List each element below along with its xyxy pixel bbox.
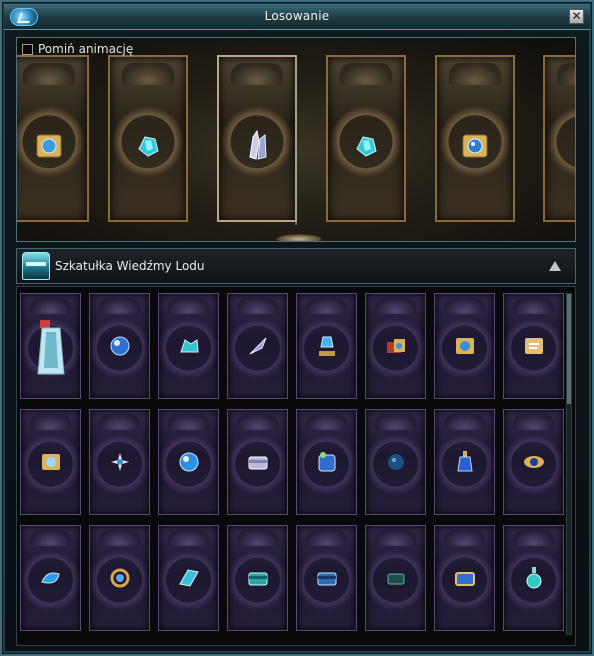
ice-chest-icon: [22, 252, 50, 280]
eye-amulet-icon: [521, 449, 547, 475]
skip-animation-row[interactable]: Pomiń animację: [22, 41, 133, 57]
reward-item[interactable]: [158, 525, 219, 631]
skip-animation-checkbox[interactable]: [22, 43, 33, 55]
gold-chest-icon: [452, 565, 478, 591]
scroll-icon: [32, 129, 66, 163]
reward-item[interactable]: [227, 293, 288, 399]
blue-potion-stand-icon: [314, 333, 340, 359]
ice-sparkle-icon: [107, 449, 133, 475]
window-title: Losowanie: [264, 9, 330, 23]
reward-item[interactable]: [227, 409, 288, 515]
box-header[interactable]: Szkatułka Wiedźmy Lodu: [16, 248, 576, 284]
reel-card: [326, 55, 406, 222]
blue-potion-icon: [452, 449, 478, 475]
white-crystal-icon: [240, 129, 274, 163]
teal-potion-icon: [521, 565, 547, 591]
reel-card-selected: [217, 55, 297, 222]
silver-chest-icon: [245, 449, 271, 475]
feather-shard-icon: [245, 333, 271, 359]
reward-item[interactable]: [365, 525, 426, 631]
reward-item[interactable]: [434, 409, 495, 515]
reward-grid-panel: [16, 286, 576, 646]
reward-item[interactable]: [89, 409, 150, 515]
blue-shell-icon: [38, 565, 64, 591]
ice-robe-icon: [34, 318, 68, 378]
reward-item[interactable]: [434, 293, 495, 399]
reward-item[interactable]: [89, 525, 150, 631]
reward-item[interactable]: [503, 525, 564, 631]
reward-item[interactable]: [296, 409, 357, 515]
ice-bracer-icon: [176, 565, 202, 591]
box-title: Szkatułka Wiedźmy Lodu: [55, 259, 205, 273]
reel-panel: Pomiń animację: [16, 37, 576, 242]
scroll-white-icon: [521, 333, 547, 359]
lottery-window: Losowanie ✕ Pomiń animację Szkatułka Wie…: [0, 0, 594, 656]
reward-item[interactable]: [20, 409, 81, 515]
reward-item[interactable]: [296, 525, 357, 631]
reel-card: [435, 55, 515, 222]
reward-item[interactable]: [365, 409, 426, 515]
reward-item[interactable]: [158, 293, 219, 399]
grid-scrollbar[interactable]: [566, 293, 572, 635]
dark-blue-orb-icon: [383, 449, 409, 475]
reward-item[interactable]: [158, 409, 219, 515]
reel-card: [108, 55, 188, 222]
blue-orb-icon: [107, 333, 133, 359]
reward-item[interactable]: [503, 409, 564, 515]
skip-animation-label: Pomiń animację: [38, 42, 134, 56]
reward-item[interactable]: [20, 525, 81, 631]
reel-ornament: [275, 234, 323, 241]
reward-item[interactable]: [227, 525, 288, 631]
gold-ring-icon: [107, 565, 133, 591]
reward-item[interactable]: [434, 525, 495, 631]
reward-item[interactable]: [20, 293, 81, 399]
reward-item[interactable]: [89, 293, 150, 399]
scroll-icon: [452, 333, 478, 359]
reel-card: [17, 55, 89, 222]
teal-chest-icon: [245, 565, 271, 591]
reward-item[interactable]: [503, 293, 564, 399]
crystal-cluster-icon: [176, 333, 202, 359]
close-button[interactable]: ✕: [569, 9, 584, 24]
blue-crystal-icon: [349, 129, 383, 163]
dark-chest-icon: [383, 565, 409, 591]
potion-bag-icon: [314, 449, 340, 475]
grid-scroll-thumb[interactable]: [567, 294, 571, 404]
gift-bundle-icon: [383, 333, 409, 359]
reward-item[interactable]: [365, 293, 426, 399]
title-bar[interactable]: Losowanie ✕: [4, 4, 590, 30]
collapse-arrow-icon[interactable]: [549, 261, 561, 271]
reward-item[interactable]: [296, 293, 357, 399]
reel-card: [543, 55, 575, 222]
reel-pointer: [295, 55, 297, 225]
blue-orb-icon: [176, 449, 202, 475]
scroll-orb-icon: [458, 129, 492, 163]
scroll-gold-icon: [38, 449, 64, 475]
blue-crystal-icon: [131, 129, 165, 163]
blue-chest-icon: [314, 565, 340, 591]
reward-grid: [20, 293, 564, 631]
